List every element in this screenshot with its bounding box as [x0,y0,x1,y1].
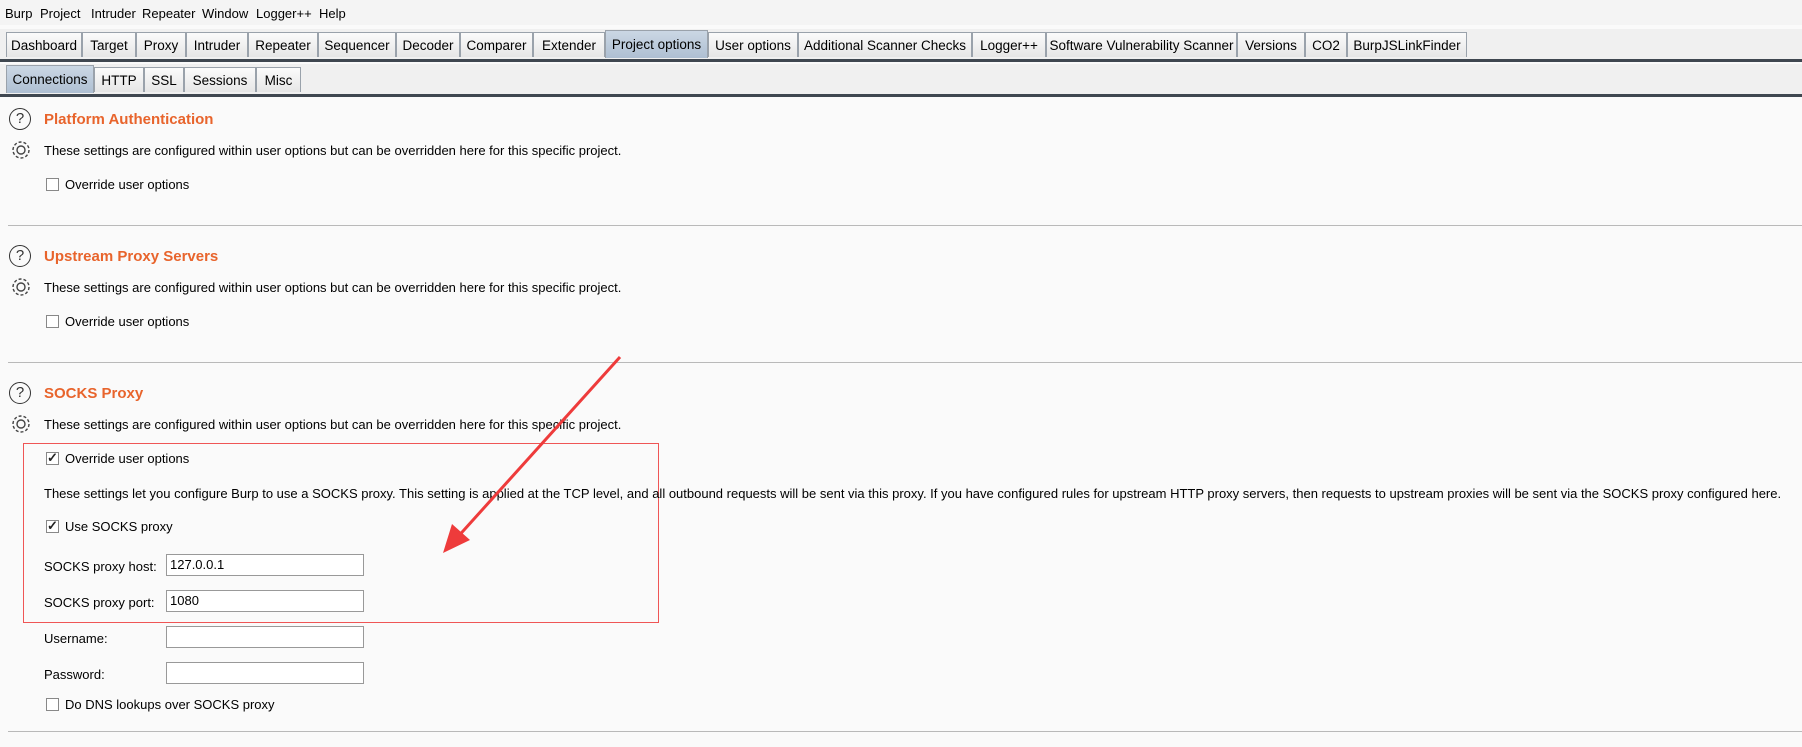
gear-icon[interactable] [8,411,34,437]
checkbox-label: Override user options [65,451,190,466]
checkbox-box[interactable] [46,698,59,711]
section-title-upstream-proxy: Upstream Proxy Servers [44,248,219,265]
menu-logger[interactable]: Logger++ [256,6,312,21]
socks-host-label: SOCKS proxy host: [44,559,157,574]
menu-intruder[interactable]: Intruder [91,6,136,21]
help-icon[interactable]: ? [9,382,31,404]
tab-versions[interactable]: Versions [1237,32,1305,57]
checkbox-box[interactable] [46,518,59,534]
username-label: Username: [44,631,108,646]
main-tab-bar: Dashboard Target Proxy Intruder Repeater… [0,29,1802,62]
checkbox-label: Override user options [65,314,190,329]
subtab-misc[interactable]: Misc [256,67,301,92]
menu-repeater[interactable]: Repeater [142,6,195,21]
tab-dashboard[interactable]: Dashboard [6,32,82,57]
tab-additional-scanner-checks[interactable]: Additional Scanner Checks [798,32,972,57]
password-input[interactable] [166,662,364,684]
username-input[interactable] [166,626,364,648]
help-icon[interactable]: ? [9,108,31,130]
section-desc: These settings are configured within use… [44,280,622,295]
section-title-platform-auth: Platform Authentication [44,111,214,128]
sub-tab-bar: Connections HTTP SSL Sessions Misc [0,64,1802,97]
section-divider [8,362,1802,363]
tab-proxy[interactable]: Proxy [136,32,186,57]
tab-co2[interactable]: CO2 [1305,32,1347,57]
menu-bar: Burp Project Intruder Repeater Window Lo… [0,0,1802,25]
tab-repeater[interactable]: Repeater [248,32,318,57]
subtab-connections[interactable]: Connections [6,65,94,93]
tab-decoder[interactable]: Decoder [396,32,460,57]
socks-port-label: SOCKS proxy port: [44,595,155,610]
tab-user-options[interactable]: User options [708,32,798,57]
socks-port-input[interactable]: 1080 [166,590,364,612]
tab-burpjslinkfinder[interactable]: BurpJSLinkFinder [1347,32,1467,57]
checkbox-box[interactable] [46,315,59,328]
section-divider [8,225,1802,226]
tab-sequencer[interactable]: Sequencer [318,32,396,57]
menu-window[interactable]: Window [202,6,248,21]
help-icon[interactable]: ? [9,245,31,267]
tab-software-vulnerability-scanner[interactable]: Software Vulnerability Scanner [1046,32,1237,57]
checkbox-box[interactable] [46,450,59,466]
checkbox-label: Override user options [65,177,190,192]
gear-icon[interactable] [8,137,34,163]
socks-host-input[interactable]: 127.0.0.1 [166,554,364,576]
section-desc: These settings are configured within use… [44,417,622,432]
password-label: Password: [44,667,105,682]
override-user-options-checkbox[interactable]: Override user options [46,177,189,192]
checkbox-label: Use SOCKS proxy [65,519,173,534]
subtab-http[interactable]: HTTP [94,67,144,92]
override-user-options-checkbox[interactable]: Override user options [46,450,190,466]
gear-icon[interactable] [8,274,34,300]
section-desc: These settings are configured within use… [44,143,622,158]
checkbox-box[interactable] [46,178,59,191]
socks-info-text: These settings let you configure Burp to… [44,486,1782,501]
dns-over-socks-checkbox[interactable]: Do DNS lookups over SOCKS proxy [46,697,275,712]
tab-project-options[interactable]: Project options [605,30,708,58]
menu-project[interactable]: Project [40,6,80,21]
tab-target[interactable]: Target [82,32,136,57]
section-title-socks-proxy: SOCKS Proxy [44,385,144,402]
tab-comparer[interactable]: Comparer [460,32,533,57]
tab-intruder[interactable]: Intruder [186,32,248,57]
menu-help[interactable]: Help [319,6,346,21]
checkbox-label: Do DNS lookups over SOCKS proxy [65,697,275,712]
subtab-ssl[interactable]: SSL [144,67,184,92]
use-socks-proxy-checkbox[interactable]: Use SOCKS proxy [46,518,173,534]
tab-logger[interactable]: Logger++ [972,32,1046,57]
override-user-options-checkbox[interactable]: Override user options [46,314,189,329]
menu-burp[interactable]: Burp [5,6,32,21]
tab-extender[interactable]: Extender [533,32,605,57]
subtab-sessions[interactable]: Sessions [184,67,256,92]
section-divider [8,731,1802,732]
